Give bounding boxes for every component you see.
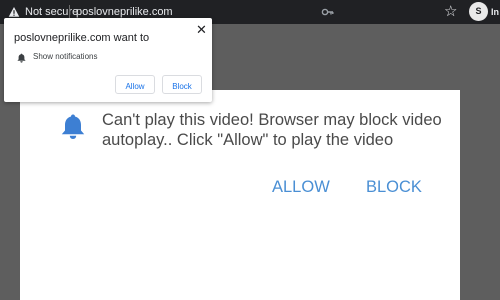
- address-bar-url[interactable]: poslovneprilike.com: [76, 5, 173, 19]
- key-icon[interactable]: [321, 6, 334, 18]
- block-link[interactable]: BLOCK: [366, 177, 422, 197]
- profile-label[interactable]: In: [491, 6, 499, 18]
- security-status-label[interactable]: Not secure: [25, 5, 78, 19]
- block-button[interactable]: Block: [162, 75, 202, 94]
- notification-bell-icon: [17, 53, 26, 63]
- omnibox-separator: [69, 5, 70, 19]
- close-icon[interactable]: ✕: [196, 22, 207, 38]
- video-blocked-message: Can't play this video! Browser may block…: [102, 111, 442, 149]
- allow-button[interactable]: Allow: [115, 75, 155, 94]
- profile-avatar[interactable]: S: [469, 2, 488, 21]
- permission-description: Show notifications: [33, 52, 98, 61]
- bookmark-star-icon[interactable]: ☆: [444, 3, 457, 20]
- allow-link[interactable]: ALLOW: [272, 177, 330, 197]
- warning-triangle-icon[interactable]: [8, 6, 20, 18]
- permission-prompt-title: poslovneprilike.com want to: [14, 32, 150, 44]
- bell-icon: [61, 114, 85, 139]
- video-block-dialog: Can't play this video! Browser may block…: [20, 90, 460, 300]
- notification-permission-popup: poslovneprilike.com want to ✕ Show notif…: [4, 18, 212, 102]
